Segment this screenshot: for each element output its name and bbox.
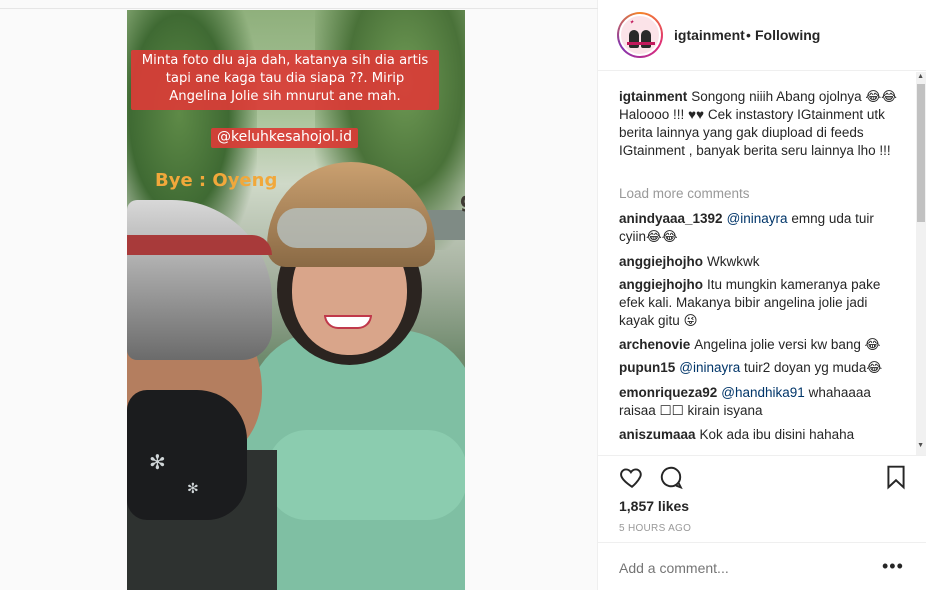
comment-text: Angelina jolie versi kw bang 😂 [694, 337, 881, 352]
helmet-visor [277, 208, 427, 248]
scrollbar-thumb[interactable] [917, 84, 925, 222]
more-options-icon[interactable]: ••• [882, 556, 904, 577]
list-item: emonriqueza92 @handhika91 whahaaaa raisaa… [619, 384, 899, 420]
post-side-panel: ✦ igtainment • Following igtainment Songo… [598, 0, 926, 590]
scroll-down-arrow-icon[interactable]: ▼ [917, 442, 924, 449]
caption-username[interactable]: igtainment [619, 89, 687, 104]
story-handle: @keluhkesahojol.id [211, 128, 358, 148]
comment-input[interactable] [619, 560, 859, 576]
post-caption: igtainment Songong niiih Abang ojolnya 😂😂… [619, 88, 899, 160]
comment-username[interactable]: anggiejhojho [619, 277, 703, 292]
scroll-up-arrow-icon[interactable]: ▲ [917, 73, 924, 80]
comment-mention[interactable]: @ininayra [679, 360, 740, 375]
post-media-area: grab ✻ ✻ Minta foto dlu aja dah, katanya… [0, 0, 598, 590]
snowflake-icon: ✻ [187, 480, 199, 496]
helmet-logo: grab [460, 188, 465, 212]
shirt-ruffle [267, 430, 465, 520]
comment-username[interactable]: emonriqueza92 [619, 385, 717, 400]
avatar-figure [641, 30, 651, 48]
post-actions: 1,857 likes 5 HOURS AGO ••• [598, 455, 926, 590]
following-button[interactable]: Following [755, 27, 820, 43]
comments-scrollbar[interactable]: ▲ ▼ [916, 72, 926, 455]
comment-username[interactable]: pupun15 [619, 360, 675, 375]
smile [324, 315, 372, 329]
list-item: anggiejhojho Wkwkwk [619, 253, 899, 271]
helmet-band [127, 235, 272, 255]
avatar-table [627, 42, 655, 45]
likes-count[interactable]: 1,857 likes [619, 498, 689, 514]
list-item: anggiejhojho Itu mungkin kameranya pake e… [619, 276, 899, 330]
header-separator: • [746, 27, 751, 43]
list-item: archenovie Angelina jolie versi kw bang 😂 [619, 336, 899, 354]
comment-text: tuir2 doyan yg muda😂 [744, 360, 883, 375]
snowflake-icon: ✻ [149, 452, 166, 474]
list-item: pupun15 @ininayra tuir2 doyan yg muda😂 [619, 359, 899, 377]
avatar-logo-text: ✦ [629, 19, 635, 26]
avatar-figure [629, 30, 639, 48]
avatar[interactable]: ✦ [617, 12, 663, 58]
man-mask [127, 390, 247, 520]
comment-text: Kok ada ibu disini hahaha [699, 427, 855, 442]
avatar-image: ✦ [619, 14, 661, 56]
list-item: aniszumaaa Kok ada ibu disini hahaha [619, 426, 899, 444]
bookmark-icon[interactable] [883, 464, 909, 490]
post-timestamp[interactable]: 5 HOURS AGO [619, 523, 691, 534]
comment-icon[interactable] [658, 464, 684, 490]
divider [0, 8, 598, 9]
comment-username[interactable]: anindyaaa_1392 [619, 211, 723, 226]
comment-username[interactable]: anggiejhojho [619, 254, 703, 269]
story-caption: Minta foto dlu aja dah, katanya sih dia … [131, 50, 439, 110]
comment-mention[interactable]: @ininayra [727, 211, 788, 226]
comment-username[interactable]: aniszumaaa [619, 427, 696, 442]
comment-mention[interactable]: @handhika91 [721, 385, 805, 400]
load-more-comments[interactable]: Load more comments [619, 186, 750, 201]
list-item: anindyaaa_1392 @ininayra emng uda tuir cy… [619, 210, 899, 246]
heart-icon[interactable] [619, 464, 645, 490]
story-bye-text: Bye : Oyeng [155, 170, 278, 191]
comment-username[interactable]: archenovie [619, 337, 690, 352]
post-header: ✦ igtainment • Following [598, 0, 926, 71]
comments-list[interactable]: igtainment Songong niiih Abang ojolnya 😂😂… [598, 72, 926, 455]
add-comment-section: ••• [598, 542, 926, 590]
header-username[interactable]: igtainment [674, 27, 745, 43]
comment-text: Wkwkwk [707, 254, 760, 269]
